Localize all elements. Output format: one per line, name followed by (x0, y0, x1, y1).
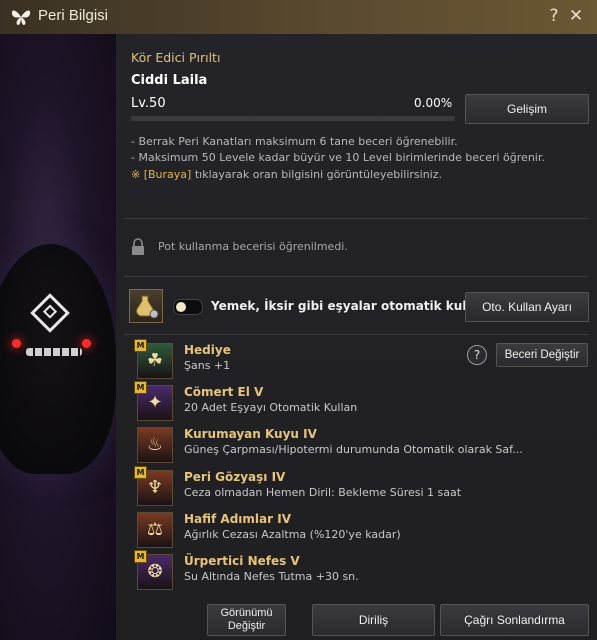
window-title: Peri Bilgisi (38, 7, 109, 24)
pot-skill-status: Pot kullanma becerisi öğrenilmedi. (158, 240, 348, 253)
weight-icon: ⚖ (137, 511, 173, 548)
skill-description: Ceza olmadan Hemen Diril: Bekleme Süresi… (184, 485, 462, 499)
skill-help-icon[interactable]: ? (467, 345, 487, 365)
peri-name: Ciddi Laila (131, 73, 208, 88)
info-line-2: - Maksimum 50 Levele kadar büyür ve 10 L… (131, 151, 545, 164)
butterfly-icon (11, 10, 31, 25)
skill-description: Güneş Çarpması/Hipotermi durumunda Otoma… (184, 443, 523, 457)
auto-use-toggle[interactable] (173, 299, 203, 315)
auto-use-label: Yemek, İksir gibi eşyalar otomatik kulla… (211, 299, 509, 313)
skill-glyph: ⚖ (146, 518, 164, 540)
creature-eye (12, 339, 21, 348)
skill-row[interactable]: ♨ Kurumayan Kuyu IV Güneş Çarpması/Hipoter… (131, 421, 591, 464)
end-summon-button[interactable]: Çağrı Sonlandırma (440, 604, 589, 636)
skill-name: Ürpertici Nefes V (184, 554, 300, 568)
cup-icon: ♨ (137, 427, 173, 464)
skill-description: Ağırlık Cezası Azaltma (%120'ye kadar) (184, 527, 401, 541)
breath-icon: ❂ M (134, 550, 173, 590)
creature-mouth (26, 348, 82, 356)
tear-icon: ♆ M (134, 465, 173, 506)
skill-row[interactable]: ⚖ Hafif Adımlar IV Ağırlık Cezası Azaltma … (131, 506, 591, 548)
skill-description: Şans +1 (184, 359, 231, 372)
lock-icon (132, 238, 144, 255)
skill-description: 20 Adet Eşyayı Otomatik Kullan (184, 401, 358, 415)
divider (124, 218, 589, 219)
change-appearance-label-1: Görünümü (220, 607, 273, 619)
peri-info-window: Peri Bilgisi ? ✕ Kör Edici Pırıltı Ciddi… (0, 0, 597, 640)
peri-type-name: Kör Edici Pırıltı (131, 50, 221, 65)
close-button[interactable]: ✕ (566, 5, 586, 27)
skill-name: Hediye (184, 343, 231, 357)
potion-gear-icon (129, 289, 163, 323)
peri-portrait (0, 34, 116, 640)
evolve-button[interactable]: Gelişim (465, 94, 589, 124)
change-skill-button[interactable]: Beceri Değiştir (496, 343, 588, 367)
change-appearance-button[interactable]: Görünümü Değiştir (207, 604, 286, 636)
exp-progress-bar (131, 116, 455, 121)
skill-row[interactable]: ♆ M Peri Gözyaşı IV Ceza olmadan Hemen Diri… (131, 464, 591, 506)
change-appearance-label-2: Değiştir (227, 620, 266, 632)
rune-symbol (30, 293, 70, 333)
mastery-badge: M (134, 381, 147, 395)
skill-row[interactable]: ❂ M Ürpertici Nefes V Su Altında Nefes Tutm… (131, 548, 591, 590)
skill-glyph: ♨ (146, 434, 164, 456)
peri-level: Lv.50 (131, 96, 166, 111)
skill-row[interactable]: ✦ M Cömert El V 20 Adet Eşyayı Otomatik Kul… (131, 379, 591, 422)
mastery-badge: M (134, 465, 147, 479)
auto-use-settings-button[interactable]: Oto. Kullan Ayarı (465, 292, 589, 322)
creature-eye (82, 339, 91, 348)
skill-name: Kurumayan Kuyu IV (184, 427, 317, 442)
skill-name: Cömert El V (184, 385, 264, 400)
peri-creature-image (0, 244, 116, 474)
title-bar[interactable]: Peri Bilgisi ? ✕ (0, 0, 597, 35)
divider (124, 334, 589, 335)
exp-percent: 0.00% (414, 96, 453, 110)
revive-button[interactable]: Diriliş (312, 604, 435, 636)
rate-info-line: ※ [Buraya] tıklayarak oran bilgisini gör… (131, 168, 442, 181)
skill-name: Hafif Adımlar IV (184, 511, 291, 526)
mastery-badge: M (134, 550, 147, 563)
rate-info-text: tıklayarak oran bilgisini görüntüleyebil… (191, 168, 442, 181)
toggle-knob (176, 302, 186, 312)
divider (124, 276, 589, 277)
info-line-1: - Berrak Peri Kanatları maksimum 6 tane … (131, 135, 458, 148)
clover-icon: ☘ M (134, 339, 173, 379)
skill-description: Su Altında Nefes Tutma +30 sn. (184, 570, 359, 583)
fairy-icon: ✦ M (134, 381, 173, 422)
note-symbol: ※ (131, 168, 141, 181)
skill-name: Peri Gözyaşı IV (184, 469, 286, 484)
rate-info-link[interactable]: [Buraya] (144, 168, 192, 181)
mastery-badge: M (134, 339, 147, 352)
help-button[interactable]: ? (544, 5, 564, 27)
